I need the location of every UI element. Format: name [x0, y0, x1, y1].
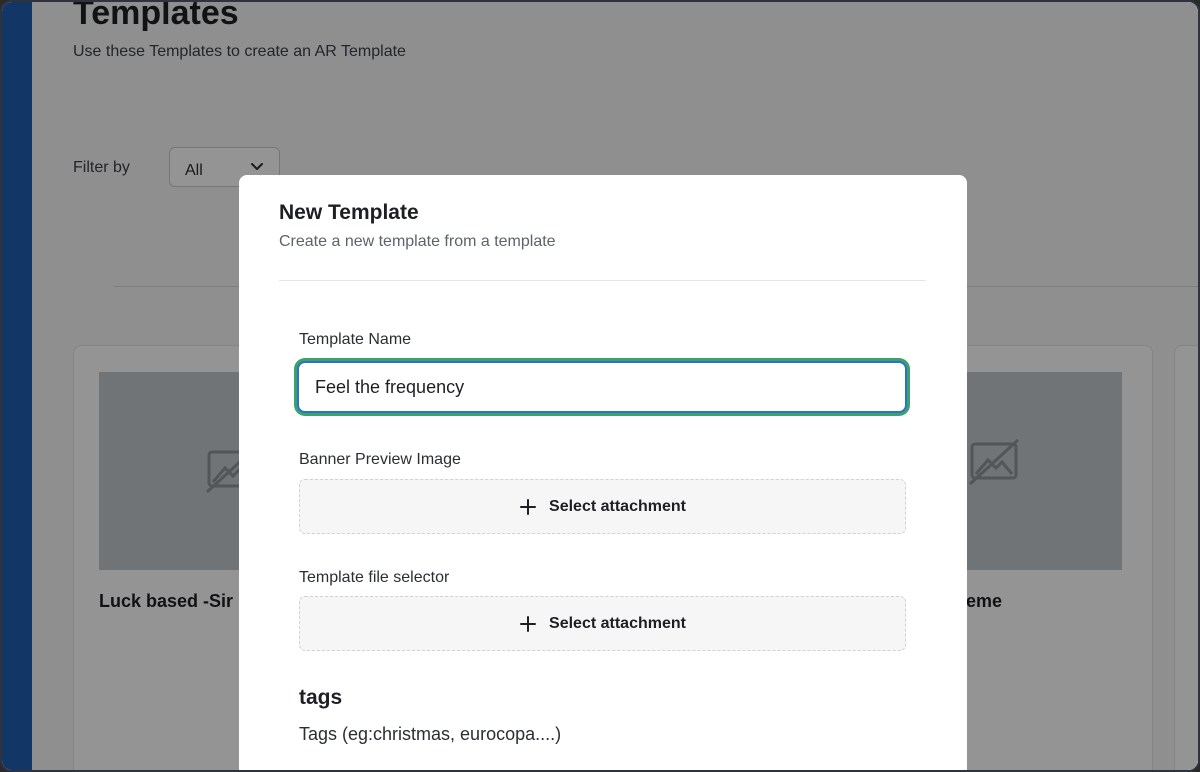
banner-preview-label: Banner Preview Image — [299, 451, 461, 468]
template-file-label: Template file selector — [299, 569, 450, 586]
dialog-title: New Template — [279, 201, 419, 224]
template-file-select-attachment-button[interactable]: Select attachment — [299, 596, 906, 651]
dialog-subtitle: Create a new template from a template — [279, 233, 556, 250]
banner-select-attachment-button[interactable]: Select attachment — [299, 479, 906, 534]
template-name-input[interactable] — [297, 361, 907, 413]
plus-icon — [520, 498, 537, 515]
tags-heading: tags — [299, 686, 343, 709]
template-name-label: Template Name — [299, 331, 412, 348]
tags-hint: Tags (eg:christmas, eurocopa....) — [299, 724, 562, 744]
template-file-select-attachment-label: Select attachment — [549, 614, 686, 632]
dialog-divider — [279, 280, 926, 281]
banner-select-attachment-label: Select attachment — [549, 497, 686, 515]
plus-icon — [520, 615, 537, 632]
app-window: Templates Use these Templates to create … — [0, 0, 1200, 772]
new-template-dialog: New Template Create a new template from … — [239, 175, 967, 770]
